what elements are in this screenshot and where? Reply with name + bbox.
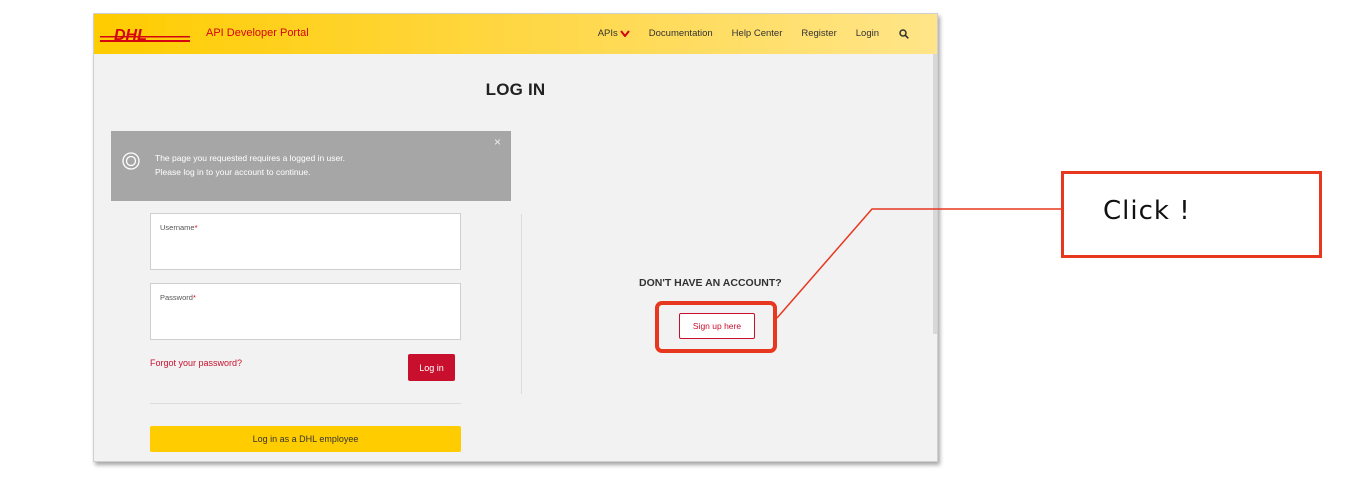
callout-box: Click ! (1061, 171, 1322, 258)
alert-line-1: The page you requested requires a logged… (155, 153, 345, 163)
nav-apis-label: APIs (597, 28, 618, 39)
browser-window: DHL API Developer Portal APIs Documentat… (93, 13, 938, 462)
scrollbar[interactable] (933, 54, 937, 334)
page-title: LOG IN (485, 80, 546, 99)
alert-line-2: Please log in to your account to continu… (155, 167, 311, 177)
nav-help-center[interactable]: Help Center (732, 28, 783, 39)
required-marker: * (194, 223, 198, 232)
close-icon[interactable]: × (494, 135, 501, 149)
column-divider (521, 214, 522, 394)
username-field[interactable]: Username* (150, 213, 461, 270)
logo-wordmark: DHL (114, 27, 147, 44)
required-marker: * (192, 293, 196, 302)
chevron-down-icon (619, 30, 630, 37)
no-account-heading: DON'T HAVE AN ACCOUNT? (639, 277, 782, 289)
form-divider (150, 403, 461, 404)
username-label: Username* (160, 223, 198, 232)
portal-title[interactable]: API Developer Portal (206, 27, 309, 39)
nav-documentation[interactable]: Documentation (649, 28, 713, 39)
nav-login[interactable]: Login (856, 28, 879, 39)
signup-highlight-box (655, 301, 777, 353)
password-field[interactable]: Password* (150, 283, 461, 340)
top-navbar: DHL API Developer Portal APIs Documentat… (94, 14, 937, 54)
search-icon (899, 28, 909, 39)
info-ring-icon (122, 152, 140, 170)
forgot-password-link[interactable]: Forgot your password? (150, 358, 242, 368)
alert-message: The page you requested requires a logged… (155, 151, 345, 179)
search-button[interactable] (898, 28, 909, 39)
nav-apis[interactable]: APIs (598, 28, 630, 39)
login-button[interactable]: Log in (408, 354, 455, 381)
callout-text: Click ! (1103, 196, 1191, 226)
dhl-logo[interactable]: DHL (100, 25, 190, 45)
password-label: Password* (160, 293, 196, 302)
main-nav: APIs Documentation Help Center Register … (598, 28, 909, 39)
username-input[interactable] (159, 238, 452, 262)
password-input[interactable] (159, 308, 452, 332)
nav-register[interactable]: Register (801, 28, 836, 39)
login-required-alert: The page you requested requires a logged… (111, 131, 511, 201)
employee-login-button[interactable]: Log in as a DHL employee (150, 426, 461, 452)
